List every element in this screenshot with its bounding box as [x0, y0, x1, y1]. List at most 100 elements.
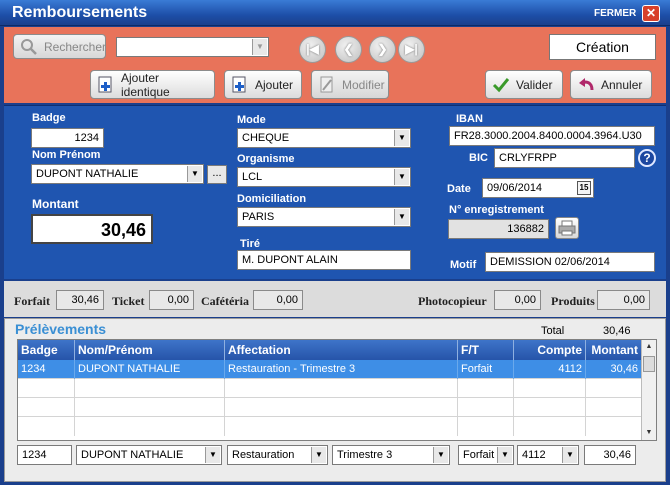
- totals-band: Forfait 30,46 Ticket 0,00 Cafétéria 0,00…: [4, 281, 666, 317]
- photocopieur-total: 0,00: [494, 290, 541, 310]
- total-value: 30,46: [603, 325, 631, 337]
- chevron-down-icon: ▼: [394, 130, 409, 146]
- scroll-up-icon[interactable]: ▲: [642, 340, 656, 354]
- scroll-thumb[interactable]: [643, 356, 655, 372]
- print-button[interactable]: [555, 217, 579, 239]
- tire-field[interactable]: M. DUPONT ALAIN: [237, 250, 411, 270]
- badge-label: Badge: [32, 112, 66, 124]
- bic-field[interactable]: CRLYFRPP: [494, 148, 635, 168]
- cafeteria-total: 0,00: [253, 290, 303, 310]
- bic-label: BIC: [469, 152, 488, 164]
- add-button[interactable]: Ajouter: [224, 70, 302, 99]
- editor-affectation-combo[interactable]: Restauration ▼: [227, 445, 328, 465]
- date-label: Date: [447, 183, 471, 195]
- add-document-icon: [231, 76, 249, 94]
- first-record-button[interactable]: |◀: [299, 36, 326, 63]
- editor-badge-field[interactable]: 1234: [17, 445, 72, 465]
- toolbar: Rechercher ▼ |◀ ❮ ❯ ▶| Création Ajouter …: [4, 27, 666, 103]
- cell-name: DUPONT NATHALIE: [75, 360, 225, 379]
- cell-affectation: Restauration - Trimestre 3: [225, 360, 458, 379]
- editor-compte-combo[interactable]: 4112 ▼: [517, 445, 579, 465]
- cell-ft: Forfait: [458, 360, 514, 379]
- search-combo[interactable]: ▼: [116, 37, 269, 57]
- prelevements-table: Badge Nom/Prénom Affectation F/T Compte …: [17, 339, 657, 441]
- close-label[interactable]: FERMER: [594, 8, 636, 19]
- table-row[interactable]: 1234 DUPONT NATHALIE Restauration - Trim…: [18, 360, 641, 379]
- checkmark-icon: [492, 76, 510, 94]
- last-record-button[interactable]: ▶|: [398, 36, 425, 63]
- editor-montant-field[interactable]: 30,46: [584, 445, 636, 465]
- help-icon[interactable]: ?: [638, 149, 656, 167]
- cancel-label: Annuler: [601, 77, 643, 92]
- produits-label: Produits: [551, 294, 595, 308]
- chevron-down-icon: ▼: [252, 39, 267, 55]
- chevron-down-icon: ▼: [497, 447, 512, 463]
- title-bar: Remboursements FERMER ✕: [0, 0, 670, 26]
- prelevements-panel: Prélèvements Total 30,46 Badge Nom/Préno…: [4, 318, 666, 482]
- validate-label: Valider: [516, 77, 553, 92]
- ticket-label: Ticket: [112, 294, 145, 308]
- prelevements-title: Prélèvements: [15, 321, 107, 337]
- chevron-down-icon: ▼: [394, 169, 409, 185]
- mode-combo[interactable]: CHEQUE ▼: [237, 128, 411, 148]
- name-combo[interactable]: DUPONT NATHALIE ▼: [31, 164, 204, 184]
- editor-name-combo[interactable]: DUPONT NATHALIE ▼: [76, 445, 222, 465]
- edit-icon: [318, 76, 336, 94]
- date-value: 09/06/2014: [487, 182, 543, 194]
- cancel-button[interactable]: Annuler: [570, 70, 652, 99]
- name-lookup-button[interactable]: ...: [207, 165, 227, 184]
- forfait-total: 30,46: [56, 290, 104, 310]
- editor-affectation-value: Restauration: [232, 449, 295, 461]
- mode-value: CHEQUE: [242, 132, 290, 144]
- close-icon[interactable]: ✕: [642, 5, 660, 22]
- search-button[interactable]: Rechercher: [13, 34, 106, 59]
- editor-ft-combo[interactable]: Forfait ▼: [458, 445, 514, 465]
- modify-label: Modifier: [342, 77, 385, 92]
- organisme-combo[interactable]: LCL ▼: [237, 167, 411, 187]
- add-label: Ajouter: [255, 77, 294, 92]
- organisme-value: LCL: [242, 171, 263, 183]
- reimbursement-form: Badge 1234 Nom Prénom DUPONT NATHALIE ▼ …: [4, 105, 666, 279]
- calendar-icon[interactable]: 15: [577, 181, 591, 195]
- modify-button[interactable]: Modifier: [311, 70, 389, 99]
- motif-label: Motif: [450, 259, 477, 271]
- column-header-compte[interactable]: Compte: [514, 340, 586, 360]
- validate-button[interactable]: Valider: [485, 70, 563, 99]
- editor-compte-value: 4112: [522, 449, 546, 461]
- column-header-name[interactable]: Nom/Prénom: [75, 340, 225, 360]
- scroll-down-icon[interactable]: ▼: [642, 426, 656, 440]
- mode-indicator: Création: [549, 34, 656, 60]
- chevron-down-icon: ▼: [205, 447, 220, 463]
- table-row-empty: [18, 379, 641, 398]
- mode-label: Mode: [237, 114, 266, 126]
- badge-field[interactable]: 1234: [31, 128, 104, 148]
- add-identical-button[interactable]: Ajouter identique: [90, 70, 215, 99]
- table-scrollbar[interactable]: ▲ ▼: [641, 340, 656, 440]
- column-header-montant[interactable]: Montant: [586, 340, 641, 360]
- editor-trimestre-value: Trimestre 3: [337, 449, 393, 461]
- table-header: Badge Nom/Prénom Affectation F/T Compte …: [18, 340, 641, 360]
- chevron-down-icon: ▼: [562, 447, 577, 463]
- previous-record-button[interactable]: ❮: [335, 36, 362, 63]
- table-row-empty: [18, 398, 641, 417]
- name-value: DUPONT NATHALIE: [36, 168, 139, 180]
- editor-ft-value: Forfait: [463, 449, 495, 461]
- undo-icon: [577, 76, 595, 94]
- total-label: Total: [541, 325, 565, 337]
- ticket-total: 0,00: [149, 290, 194, 310]
- add-document-icon: [97, 76, 115, 94]
- date-field[interactable]: 09/06/2014 15: [482, 178, 594, 198]
- chevron-down-icon: ▼: [187, 166, 202, 182]
- cell-compte: 4112: [514, 360, 586, 379]
- iban-field[interactable]: FR28.3000.2004.8400.0004.3964.U30: [449, 126, 655, 146]
- next-record-button[interactable]: ❯: [369, 36, 396, 63]
- editor-trimestre-combo[interactable]: Trimestre 3 ▼: [332, 445, 450, 465]
- domiciliation-combo[interactable]: PARIS ▼: [237, 207, 411, 227]
- column-header-affectation[interactable]: Affectation: [225, 340, 458, 360]
- amount-label: Montant: [32, 197, 79, 211]
- column-header-badge[interactable]: Badge: [18, 340, 75, 360]
- column-header-ft[interactable]: F/T: [458, 340, 514, 360]
- motif-field[interactable]: DEMISSION 02/06/2014: [485, 252, 655, 272]
- amount-field[interactable]: 30,46: [31, 214, 153, 244]
- cell-montant: 30,46: [610, 363, 638, 375]
